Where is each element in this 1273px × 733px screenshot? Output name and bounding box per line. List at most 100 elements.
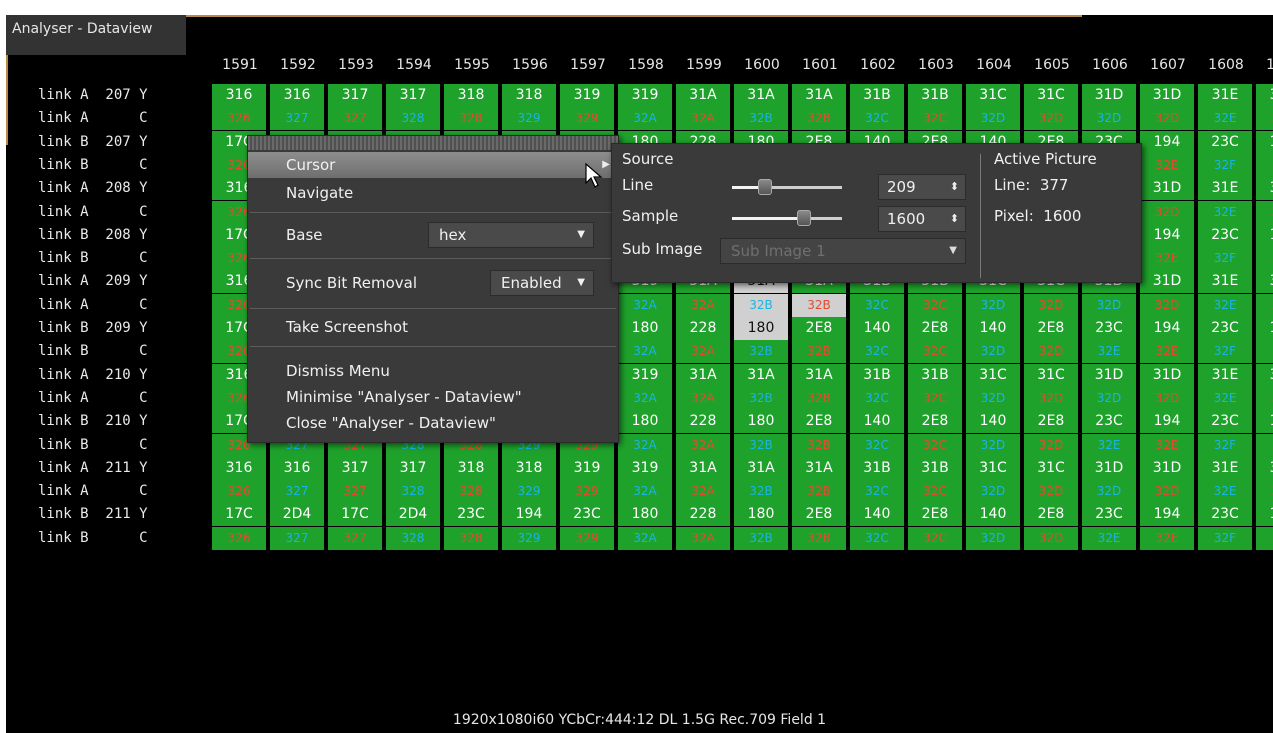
- data-cell[interactable]: 328: [444, 526, 500, 550]
- spin-arrows-icon[interactable]: ⬍: [950, 175, 959, 199]
- menu-item-minimise[interactable]: Minimise "Analyser - Dataview": [248, 384, 618, 410]
- data-cell[interactable]: 2E8: [1024, 503, 1080, 527]
- data-cell[interactable]: 140: [850, 410, 906, 434]
- data-cell[interactable]: 31A: [734, 84, 790, 107]
- data-cell[interactable]: 32A: [676, 480, 732, 504]
- data-cell[interactable]: 32B: [792, 433, 848, 457]
- data-cell[interactable]: 31D: [1140, 456, 1196, 480]
- data-cell[interactable]: 31E: [1198, 363, 1254, 387]
- data-cell[interactable]: 32A: [676, 293, 732, 317]
- data-cell[interactable]: 32E: [1140, 433, 1196, 457]
- data-cell[interactable]: 32F: [1256, 153, 1273, 177]
- data-cell[interactable]: 32D: [1024, 107, 1080, 131]
- data-cell[interactable]: 31C: [1024, 363, 1080, 387]
- data-cell[interactable]: 23C: [1198, 130, 1254, 154]
- data-cell[interactable]: 32A: [676, 433, 732, 457]
- data-cell[interactable]: 31E: [1256, 177, 1273, 201]
- data-cell[interactable]: 31C: [966, 84, 1022, 107]
- data-cell[interactable]: 31D: [1140, 270, 1196, 294]
- data-cell[interactable]: 32E: [1256, 200, 1273, 224]
- data-cell[interactable]: 31E: [1256, 363, 1273, 387]
- data-cell[interactable]: 2E8: [908, 410, 964, 434]
- data-cell[interactable]: 31C: [1024, 456, 1080, 480]
- data-cell[interactable]: 32D: [1082, 386, 1138, 410]
- data-cell[interactable]: 32E: [1198, 386, 1254, 410]
- data-cell[interactable]: 32C: [908, 480, 964, 504]
- data-cell[interactable]: 319: [560, 84, 616, 107]
- data-cell[interactable]: 32E: [1082, 340, 1138, 364]
- data-cell[interactable]: 32B: [734, 386, 790, 410]
- data-cell[interactable]: 194: [1256, 410, 1273, 434]
- data-cell[interactable]: 32B: [734, 433, 790, 457]
- data-cell[interactable]: 32C: [908, 293, 964, 317]
- data-cell[interactable]: 32D: [1024, 433, 1080, 457]
- data-cell[interactable]: 23C: [1198, 503, 1254, 527]
- data-cell[interactable]: 194: [1140, 317, 1196, 340]
- data-cell[interactable]: 329: [502, 526, 558, 550]
- data-cell[interactable]: 317: [328, 84, 384, 107]
- data-cell[interactable]: 32C: [908, 340, 964, 364]
- data-cell[interactable]: 32A: [676, 526, 732, 550]
- data-cell[interactable]: 228: [676, 503, 732, 527]
- data-cell[interactable]: 32F: [1256, 340, 1273, 364]
- data-cell[interactable]: 228: [676, 317, 732, 340]
- data-cell[interactable]: 23C: [1198, 223, 1254, 247]
- data-cell[interactable]: 31D: [1140, 177, 1196, 201]
- data-cell[interactable]: 316: [270, 84, 326, 107]
- sample-slider-thumb[interactable]: [796, 210, 811, 226]
- data-cell[interactable]: 319: [618, 363, 674, 387]
- data-cell[interactable]: 329: [560, 526, 616, 550]
- data-cell[interactable]: 327: [270, 107, 326, 131]
- data-cell[interactable]: 319: [618, 456, 674, 480]
- data-cell[interactable]: 32E: [1140, 340, 1196, 364]
- data-cell[interactable]: 31A: [734, 456, 790, 480]
- data-cell[interactable]: 32A: [618, 526, 674, 550]
- data-cell[interactable]: 32D: [966, 107, 1022, 131]
- data-cell[interactable]: 32D: [966, 480, 1022, 504]
- data-cell[interactable]: 23C: [1082, 503, 1138, 527]
- data-cell[interactable]: 32B: [734, 526, 790, 550]
- data-cell[interactable]: 326: [212, 526, 268, 550]
- data-cell[interactable]: 140: [850, 503, 906, 527]
- data-cell[interactable]: 32C: [850, 107, 906, 131]
- data-cell[interactable]: 32C: [850, 433, 906, 457]
- line-slider-thumb[interactable]: [758, 179, 772, 195]
- data-cell[interactable]: 32D: [966, 526, 1022, 550]
- data-cell[interactable]: 31A: [792, 456, 848, 480]
- data-cell[interactable]: 32E: [1140, 153, 1196, 177]
- data-cell[interactable]: 32E: [1198, 293, 1254, 317]
- data-cell[interactable]: 32D: [1082, 480, 1138, 504]
- data-cell[interactable]: 32F: [1198, 433, 1254, 457]
- data-cell[interactable]: 326: [212, 480, 268, 504]
- data-cell[interactable]: 31D: [1140, 84, 1196, 107]
- data-cell[interactable]: 32F: [1256, 433, 1273, 457]
- data-cell[interactable]: 31D: [1082, 456, 1138, 480]
- data-cell[interactable]: 316: [212, 84, 268, 107]
- data-cell[interactable]: 17C: [212, 503, 268, 527]
- data-cell[interactable]: 31B: [908, 363, 964, 387]
- data-cell[interactable]: 329: [560, 480, 616, 504]
- data-cell[interactable]: 31C: [966, 363, 1022, 387]
- data-cell[interactable]: 17C: [328, 503, 384, 527]
- data-cell[interactable]: 32A: [618, 293, 674, 317]
- data-cell[interactable]: 32F: [1198, 247, 1254, 271]
- data-cell[interactable]: 319: [618, 84, 674, 107]
- data-cell[interactable]: 194: [1140, 130, 1196, 154]
- data-cell[interactable]: 317: [386, 84, 442, 107]
- data-cell[interactable]: 32E: [1082, 526, 1138, 550]
- data-cell[interactable]: 32C: [850, 340, 906, 364]
- data-cell[interactable]: 32B: [734, 480, 790, 504]
- data-cell[interactable]: 23C: [1198, 317, 1254, 340]
- data-cell[interactable]: 23C: [1082, 317, 1138, 340]
- data-cell[interactable]: 194: [1140, 503, 1196, 527]
- data-cell[interactable]: 327: [328, 107, 384, 131]
- data-cell[interactable]: 2E8: [792, 410, 848, 434]
- data-cell[interactable]: 328: [444, 107, 500, 131]
- data-cell[interactable]: 31E: [1198, 270, 1254, 294]
- data-cell[interactable]: 2E8: [1024, 410, 1080, 434]
- data-cell[interactable]: 32D: [1024, 293, 1080, 317]
- data-cell[interactable]: 32D: [1082, 293, 1138, 317]
- menu-item-take-screenshot[interactable]: Take Screenshot: [248, 314, 618, 340]
- spin-arrows-icon[interactable]: ⬍: [950, 207, 959, 231]
- data-cell[interactable]: 31B: [850, 456, 906, 480]
